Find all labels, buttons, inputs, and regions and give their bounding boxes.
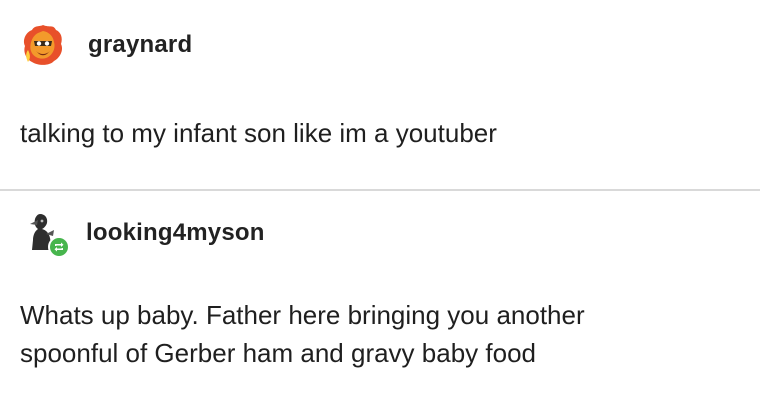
username[interactable]: looking4myson xyxy=(86,219,265,247)
post-text-line: talking to my infant son like im a youtu… xyxy=(20,118,497,148)
post-header: looking4myson xyxy=(20,210,265,258)
reblog-post: looking4myson Whats up baby. Father here… xyxy=(0,192,760,420)
divider xyxy=(0,189,760,191)
post-header: graynard xyxy=(20,22,192,68)
reblog-badge xyxy=(48,236,70,258)
original-post: graynard talking to my infant son like i… xyxy=(0,0,760,190)
reblog-icon xyxy=(54,242,64,252)
post-body: Whats up baby. Father here bringing you … xyxy=(20,296,750,372)
post-thread: graynard talking to my infant son like i… xyxy=(0,0,760,420)
post-text-line: Whats up baby. Father here bringing you … xyxy=(20,300,585,330)
post-text-line: spoonful of Gerber ham and gravy baby fo… xyxy=(20,338,536,368)
avatar[interactable] xyxy=(20,22,66,68)
username[interactable]: graynard xyxy=(88,31,192,59)
avatar[interactable] xyxy=(20,210,70,258)
post-body: talking to my infant son like im a youtu… xyxy=(20,114,750,152)
flaming-face-icon xyxy=(23,25,63,65)
